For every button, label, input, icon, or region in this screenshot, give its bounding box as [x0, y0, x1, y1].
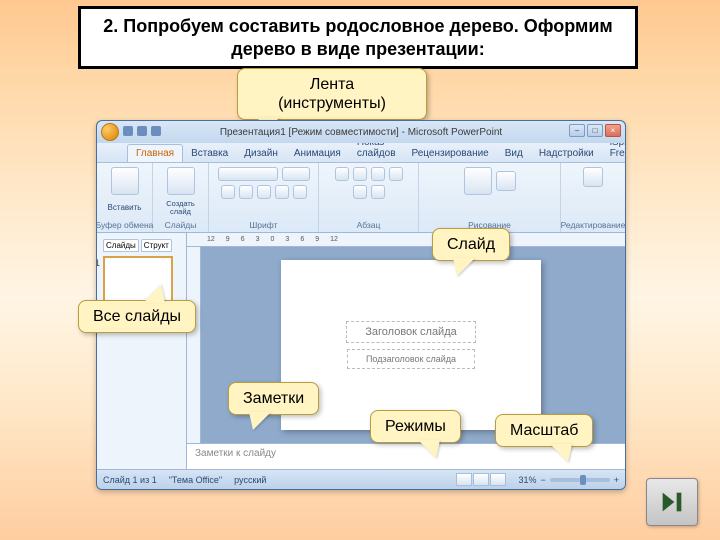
group-label-font: Шрифт — [250, 220, 278, 230]
callout-modes: Режимы — [370, 410, 461, 443]
align-left-icon[interactable] — [389, 167, 403, 181]
zoom-control[interactable]: 31% − + — [518, 475, 619, 485]
callout-notes: Заметки — [228, 382, 319, 415]
zoom-minus[interactable]: − — [540, 475, 545, 485]
callout-slide: Слайд — [432, 228, 510, 261]
find-icon[interactable] — [583, 167, 603, 187]
group-label-clipboard: Буфер обмена — [96, 220, 153, 230]
numbering-icon[interactable] — [353, 167, 367, 181]
group-label-slides: Слайды — [165, 220, 197, 230]
forward-icon — [658, 488, 686, 516]
ruler-vertical — [187, 247, 201, 443]
minimize-button[interactable]: ‒ — [569, 124, 585, 137]
tab-design[interactable]: Дизайн — [236, 145, 286, 162]
panel-tab-slides[interactable]: Слайды — [103, 239, 139, 252]
ribbon-group-slides: Создать слайд Слайды — [153, 163, 209, 232]
ribbon-group-paragraph: Абзац — [319, 163, 419, 232]
align-right-icon[interactable] — [371, 185, 385, 199]
close-button[interactable]: × — [605, 124, 621, 137]
view-normal-button[interactable] — [456, 473, 472, 486]
view-slideshow-button[interactable] — [490, 473, 506, 486]
zoom-slider[interactable] — [550, 478, 610, 482]
slide-subtitle-placeholder[interactable]: Подзаголовок слайда — [347, 349, 475, 369]
window-title: Презентация1 [Режим совместимости] - Mic… — [220, 127, 502, 138]
italic-icon[interactable] — [239, 185, 253, 199]
callout-notes-text: Заметки — [243, 390, 304, 407]
tab-addins[interactable]: Надстройки — [531, 145, 602, 162]
tab-animation[interactable]: Анимация — [286, 145, 349, 162]
ruler-horizontal: 12963036912 — [187, 233, 625, 247]
quick-access-toolbar[interactable] — [123, 126, 161, 136]
callout-ribbon-text: Лента (инструменты) — [278, 76, 386, 112]
tab-home[interactable]: Главная — [127, 144, 183, 162]
status-theme: "Тема Office" — [169, 475, 222, 485]
shapes-icon[interactable] — [464, 167, 492, 195]
ribbon: Вставить Буфер обмена Создать слайд Слай… — [97, 163, 625, 233]
status-slide-count: Слайд 1 из 1 — [103, 475, 157, 485]
underline-icon[interactable] — [257, 185, 271, 199]
office-button[interactable] — [101, 123, 119, 141]
paste-icon[interactable] — [111, 167, 139, 195]
panel-tab-outline[interactable]: Структ — [141, 239, 172, 252]
ribbon-group-font: Шрифт — [209, 163, 319, 232]
fontsize-icon[interactable] — [282, 167, 310, 181]
color-icon[interactable] — [293, 185, 307, 199]
next-slide-button[interactable] — [646, 478, 698, 526]
new-slide-icon[interactable] — [167, 167, 195, 195]
instruction-heading: 2. Попробуем составить родословное дерев… — [78, 6, 638, 69]
zoom-plus[interactable]: + — [614, 475, 619, 485]
indent-icon[interactable] — [371, 167, 385, 181]
paste-label: Вставить — [108, 203, 142, 212]
view-mode-buttons — [456, 473, 506, 486]
callout-modes-text: Режимы — [385, 418, 446, 435]
titlebar: Презентация1 [Режим совместимости] - Mic… — [97, 121, 625, 143]
ribbon-group-clipboard: Вставить Буфер обмена — [97, 163, 153, 232]
zoom-value: 31% — [518, 475, 536, 485]
tab-insert[interactable]: Вставка — [183, 145, 236, 162]
align-center-icon[interactable] — [353, 185, 367, 199]
callout-all-slides: Все слайды — [78, 300, 196, 333]
statusbar: Слайд 1 из 1 "Тема Office" русский 31% −… — [97, 469, 625, 489]
strike-icon[interactable] — [275, 185, 289, 199]
tab-view[interactable]: Вид — [497, 145, 531, 162]
maximize-button[interactable]: □ — [587, 124, 603, 137]
group-label-editing: Редактирование — [561, 220, 626, 230]
slide[interactable]: Заголовок слайда Подзаголовок слайда — [281, 260, 541, 430]
ribbon-group-editing: Редактирование — [561, 163, 625, 232]
bold-icon[interactable] — [221, 185, 235, 199]
tab-review[interactable]: Рецензирование — [404, 145, 497, 162]
bullets-icon[interactable] — [335, 167, 349, 181]
callout-ribbon: Лента (инструменты) — [237, 68, 427, 120]
view-sorter-button[interactable] — [473, 473, 489, 486]
slides-panel: Слайды Структ — [97, 233, 187, 469]
callout-zoom-text: Масштаб — [510, 422, 578, 439]
status-lang: русский — [234, 475, 266, 485]
ribbon-tabs: Главная Вставка Дизайн Анимация Показ сл… — [97, 143, 625, 163]
callout-zoom: Масштаб — [495, 414, 593, 447]
callout-slide-text: Слайд — [447, 236, 495, 253]
ribbon-group-drawing: Рисование — [419, 163, 561, 232]
group-label-paragraph: Абзац — [357, 220, 381, 230]
callout-all-slides-text: Все слайды — [93, 308, 181, 325]
font-icon[interactable] — [218, 167, 278, 181]
slide-title-placeholder[interactable]: Заголовок слайда — [346, 321, 476, 343]
new-slide-label: Создать слайд — [166, 200, 195, 215]
drawing-icon[interactable] — [496, 171, 516, 191]
